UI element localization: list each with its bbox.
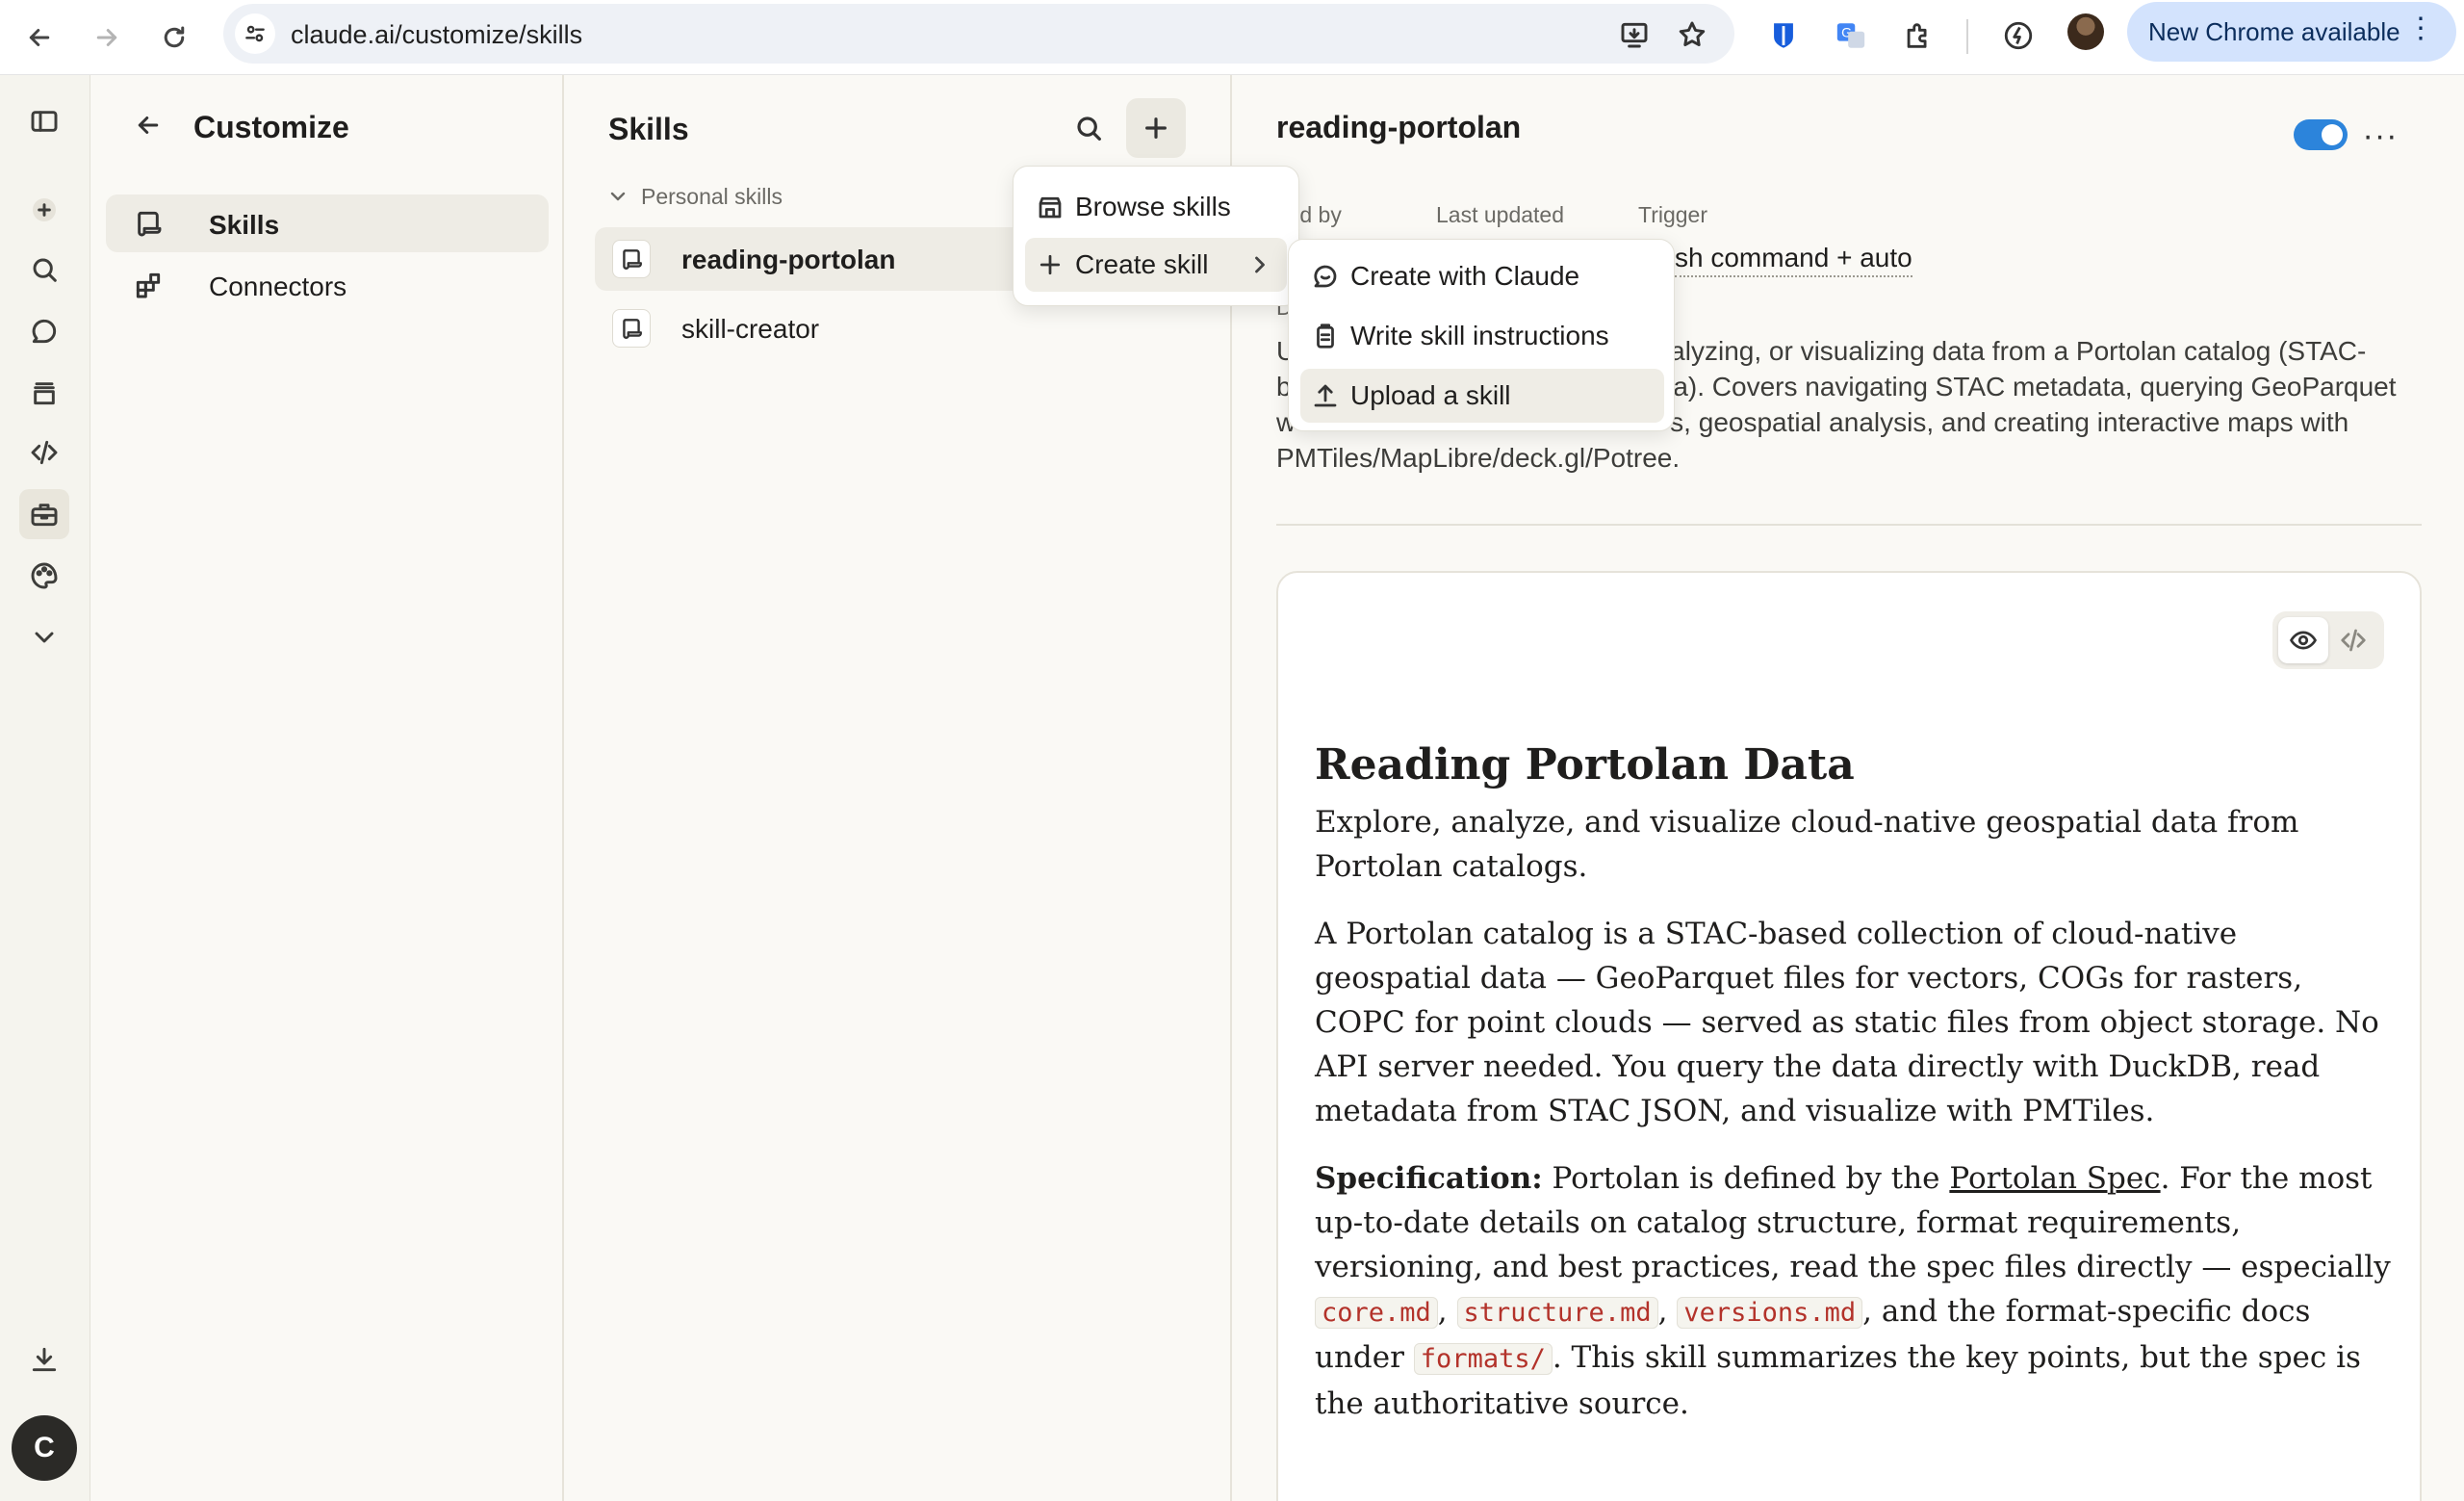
nav-item-connectors[interactable]: Connectors <box>106 256 549 314</box>
bookmark-star-icon[interactable] <box>1673 15 1711 54</box>
specification-paragraph: Specification: Portolan is defined by th… <box>1315 1156 2393 1426</box>
nav-item-label: Skills <box>209 210 280 240</box>
document-heading: Reading Portolan Data <box>1315 740 1855 789</box>
menu-item-label: Create with Claude <box>1350 261 1580 291</box>
document-paragraph: A Portolan catalog is a STAC-based colle… <box>1315 917 2379 1128</box>
connectors-icon <box>133 270 164 300</box>
site-settings-icon[interactable] <box>235 13 275 54</box>
address-bar[interactable]: claude.ai/customize/skills <box>223 4 1734 64</box>
code-icon[interactable] <box>19 427 69 478</box>
url-text[interactable]: claude.ai/customize/skills <box>291 20 582 50</box>
page-title: Customize <box>193 110 349 144</box>
customize-panel: Customize Skills Connectors <box>90 75 564 1501</box>
create-skill-item[interactable]: Create skill <box>1025 238 1287 292</box>
skill-scroll-icon <box>612 240 651 278</box>
document-body: Reading Portolan Data Explore, analyze, … <box>1315 737 2393 1449</box>
skill-enabled-toggle[interactable] <box>2294 119 2348 150</box>
add-skill-menu: Browse skills Create skill <box>1013 166 1299 306</box>
browser-toolbar: claude.ai/customize/skills G New Chrome … <box>0 0 2464 75</box>
menu-item-label: Upload a skill <box>1350 380 1511 410</box>
create-skill-submenu: Create with Claude Write skill instructi… <box>1288 239 1675 431</box>
profile-avatar[interactable] <box>2067 13 2104 50</box>
nav-item-label: Connectors <box>209 272 347 301</box>
sidebar-toggle-icon[interactable] <box>19 96 69 146</box>
plus-icon <box>1025 246 1075 284</box>
separator: , <box>1437 1294 1457 1329</box>
trigger-label: Trigger <box>1638 202 1707 227</box>
palette-icon[interactable] <box>19 551 69 601</box>
performance-icon[interactable] <box>1996 13 2040 58</box>
search-icon[interactable] <box>19 245 69 295</box>
last-updated-label: Last updated <box>1436 202 1565 227</box>
menu-item-label: Write skill instructions <box>1350 321 1609 350</box>
chevron-right-icon <box>1246 251 1273 278</box>
separator: , <box>1657 1294 1678 1329</box>
upload-skill-item[interactable]: Upload a skill <box>1300 369 1664 423</box>
projects-icon[interactable] <box>19 368 69 418</box>
divider <box>1276 524 2422 526</box>
description-line: PMTiles/MapLibre/deck.gl/Potree. <box>1276 443 1681 473</box>
plus-icon <box>1145 117 1167 139</box>
forward-arrow-icon[interactable] <box>83 13 131 62</box>
chevron-down-icon <box>610 192 626 201</box>
inline-code: versions.md <box>1677 1297 1863 1329</box>
chat-icon <box>1300 257 1350 296</box>
store-icon <box>1025 188 1075 226</box>
add-skill-button[interactable] <box>1126 98 1186 158</box>
update-label: New Chrome available <box>2148 16 2400 46</box>
skill-item-label: skill-creator <box>681 314 820 344</box>
skills-title: Skills <box>608 112 689 146</box>
password-manager-extension-icon[interactable] <box>1761 13 1806 58</box>
back-arrow-icon[interactable] <box>129 106 167 144</box>
chrome-menu-icon[interactable]: ⋮ <box>2406 14 2435 43</box>
reload-icon[interactable] <box>150 13 198 62</box>
trigger-value: sh command + auto <box>1675 243 1912 277</box>
extensions-puzzle-icon[interactable] <box>1896 13 1940 58</box>
more-options-button[interactable]: ··· <box>2358 114 2402 158</box>
browse-skills-item[interactable]: Browse skills <box>1025 180 1287 234</box>
search-skills-button[interactable] <box>1065 104 1113 152</box>
new-chat-icon[interactable] <box>19 185 69 235</box>
skill-scroll-icon <box>133 208 164 239</box>
document-intro: Explore, analyze, and visualize cloud-na… <box>1315 805 2299 884</box>
search-icon <box>1077 116 1101 141</box>
app-sidebar-rail: C <box>0 75 90 1501</box>
chrome-update-button[interactable]: New Chrome available ⋮ <box>2127 2 2456 62</box>
chevron-down-icon[interactable] <box>19 612 69 662</box>
personal-skills-toggle[interactable]: Personal skills <box>606 181 783 212</box>
inline-code: structure.md <box>1456 1297 1658 1329</box>
chats-icon[interactable] <box>19 306 69 356</box>
inline-code: core.md <box>1315 1297 1438 1329</box>
upload-icon <box>1300 376 1350 415</box>
view-mode-toggle <box>2272 611 2384 669</box>
clipboard-icon <box>1300 317 1350 355</box>
menu-item-label: Browse skills <box>1075 192 1231 221</box>
skill-detail-title: reading-portolan <box>1276 110 1522 144</box>
preview-eye-icon[interactable] <box>2278 617 2328 663</box>
install-app-icon[interactable] <box>1615 15 1654 54</box>
skill-scroll-icon <box>612 309 651 348</box>
group-label: Personal skills <box>641 183 783 209</box>
spec-label: Specification: <box>1315 1161 1543 1196</box>
download-icon[interactable] <box>19 1334 69 1385</box>
spec-text: Portolan is defined by the <box>1542 1161 1950 1196</box>
portolan-spec-link[interactable]: Portolan Spec <box>1949 1161 2160 1196</box>
customize-toolbox-icon[interactable] <box>19 489 69 539</box>
toggle-knob <box>2322 124 2343 145</box>
nav-item-skills[interactable]: Skills <box>106 194 549 252</box>
create-with-claude-item[interactable]: Create with Claude <box>1300 249 1664 303</box>
user-avatar[interactable]: C <box>12 1415 77 1481</box>
inline-code: formats/ <box>1413 1343 1553 1375</box>
translate-extension-icon[interactable]: G <box>1829 13 1873 58</box>
back-arrow-icon[interactable] <box>15 13 64 62</box>
skill-document-card: Reading Portolan Data Explore, analyze, … <box>1276 571 2422 1501</box>
source-code-icon[interactable] <box>2328 617 2378 663</box>
menu-item-label: Create skill <box>1075 249 1209 279</box>
write-skill-instructions-item[interactable]: Write skill instructions <box>1300 309 1664 363</box>
toolbar-divider <box>1966 19 1968 54</box>
skill-item-label: reading-portolan <box>681 245 896 274</box>
